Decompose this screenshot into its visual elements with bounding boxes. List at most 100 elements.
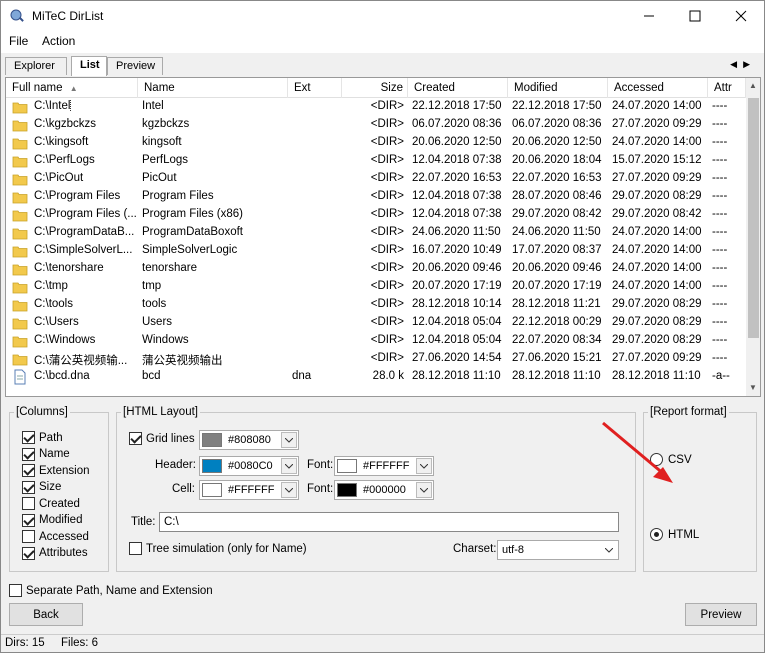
- columns-group-title: [Columns]: [14, 406, 70, 418]
- list-rows: C:\Intel Intel <DIR> 22.12.2018 17:50 22.12.…: [6, 98, 746, 386]
- chevron-down-icon[interactable]: [416, 458, 432, 474]
- list-item[interactable]: C:\kingsoft kingsoft <DIR> 20.06.2020 12:50…: [6, 134, 746, 152]
- cell-attr: ----: [712, 226, 728, 238]
- vertical-scrollbar[interactable]: ▲ ▼: [746, 78, 760, 396]
- list-item[interactable]: C:\kgzbckzs kgzbckzs <DIR> 06.07.2020 08:36…: [6, 116, 746, 134]
- scrollbar-thumb[interactable]: [748, 98, 759, 338]
- minimize-button[interactable]: [626, 1, 672, 31]
- cell-modified: 27.06.2020 15:21: [512, 352, 602, 364]
- cell-created: 12.04.2018 07:38: [412, 190, 502, 202]
- cell-created: 22.12.2018 17:50: [412, 100, 502, 112]
- tree-simulation-checkbox[interactable]: Tree simulation (only for Name): [129, 542, 307, 555]
- status-dirs: Dirs: 15: [5, 637, 45, 649]
- list-item[interactable]: C:\SimpleSolverL... SimpleSolverLogic <DIR…: [6, 242, 746, 260]
- column-accessed[interactable]: Accessed: [608, 78, 708, 98]
- cell-modified: 24.06.2020 11:50: [512, 226, 601, 238]
- cell-created: 20.06.2020 09:46: [412, 262, 502, 274]
- list-item[interactable]: C:\tools tools <DIR> 28.12.2018 10:14 28.12.…: [6, 296, 746, 314]
- tab-list[interactable]: List: [71, 56, 107, 76]
- cell-attr: ----: [712, 172, 728, 184]
- cell-created: 12.04.2018 07:38: [412, 154, 502, 166]
- cell-name: ProgramDataBoxoft: [142, 226, 243, 238]
- list-item[interactable]: C:\Intel Intel <DIR> 22.12.2018 17:50 22.12.…: [6, 98, 746, 116]
- column-checkbox-size[interactable]: Size: [22, 480, 61, 494]
- column-checkbox-extension[interactable]: Extension: [22, 464, 90, 477]
- column-checkbox-label: Modified: [39, 514, 83, 526]
- tab-scroll-right-icon[interactable]: ▶: [743, 59, 756, 69]
- chevron-down-icon[interactable]: [281, 432, 297, 448]
- cell-created: 22.07.2020 16:53: [412, 172, 502, 184]
- preview-button[interactable]: Preview: [685, 603, 757, 626]
- back-button[interactable]: Back: [9, 603, 83, 626]
- folder-icon: [12, 264, 28, 276]
- charset-select[interactable]: utf-8: [497, 540, 619, 560]
- list-item[interactable]: C:\Users Users <DIR> 12.04.2018 05:04 22.12.…: [6, 314, 746, 332]
- chevron-down-icon[interactable]: [416, 482, 432, 498]
- menu-bar: File Action: [1, 31, 764, 53]
- grid-lines-checkbox[interactable]: Grid lines: [129, 432, 195, 445]
- header-color-select[interactable]: #0080C0: [199, 456, 299, 476]
- column-checkbox-name[interactable]: Name: [22, 447, 70, 461]
- list-item[interactable]: C:\Program Files (... Program Files (x86)…: [6, 206, 746, 224]
- close-button[interactable]: [718, 1, 764, 31]
- chevron-down-icon[interactable]: [281, 458, 297, 474]
- header-font-color-select[interactable]: #FFFFFF: [334, 456, 434, 476]
- cell-created: 12.04.2018 05:04: [412, 316, 502, 328]
- column-name[interactable]: Name: [138, 78, 288, 98]
- column-attr[interactable]: Attr: [708, 78, 746, 98]
- tab-scroll-arrows[interactable]: ◀▶: [730, 59, 756, 70]
- list-item[interactable]: C:\PicOut PicOut <DIR> 22.07.2020 16:53 22.0…: [6, 170, 746, 188]
- checkbox-check-icon: [22, 431, 35, 444]
- column-created[interactable]: Created: [408, 78, 508, 98]
- list-item[interactable]: C:\蒲公英视频输... 蒲公英视频输出 <DIR> 27.06.2020 14:54…: [6, 350, 746, 368]
- column-checkbox-accessed[interactable]: Accessed: [22, 530, 89, 543]
- cell-accessed: 24.07.2020 14:00: [612, 262, 702, 274]
- column-full-name[interactable]: Full name ▲: [6, 78, 138, 98]
- title-input[interactable]: C:\: [159, 512, 619, 532]
- chevron-down-icon[interactable]: [601, 542, 617, 558]
- menu-action[interactable]: Action: [42, 34, 75, 48]
- html-radio[interactable]: HTML: [650, 528, 699, 541]
- grid-lines-check-icon: [129, 432, 142, 445]
- folder-icon: [12, 174, 28, 186]
- tab-preview[interactable]: Preview: [107, 57, 163, 75]
- cell-color-value: #FFFFFF: [228, 484, 275, 496]
- column-checkbox-modified[interactable]: Modified: [22, 513, 83, 527]
- scroll-down-icon[interactable]: ▼: [749, 383, 757, 392]
- cell-attr: ----: [712, 244, 728, 256]
- column-checkbox-path[interactable]: Path: [22, 431, 63, 444]
- scroll-up-icon[interactable]: ▲: [749, 81, 757, 90]
- cell-modified: 22.12.2018 00:29: [512, 316, 602, 328]
- list-item[interactable]: C:\tmp tmp <DIR> 20.07.2020 17:19 20.07.2020…: [6, 278, 746, 296]
- tab-scroll-left-icon[interactable]: ◀: [730, 59, 743, 69]
- cell-font-color-select[interactable]: #000000: [334, 480, 434, 500]
- menu-file[interactable]: File: [9, 34, 28, 48]
- list-item[interactable]: C:\Windows Windows <DIR> 12.04.2018 05:04 22…: [6, 332, 746, 350]
- column-size[interactable]: Size: [342, 78, 408, 98]
- grid-color-select[interactable]: #808080: [199, 430, 299, 450]
- list-item[interactable]: C:\bcd.dna bcd dna 28.0 k 28.12.2018 11:10 28…: [6, 368, 746, 386]
- list-item[interactable]: C:\Program Files Program Files <DIR> 12.04.…: [6, 188, 746, 206]
- tab-bar: Explorer List Preview ◀▶: [1, 54, 764, 76]
- tab-explorer[interactable]: Explorer: [5, 57, 67, 75]
- cell-name: tenorshare: [142, 262, 197, 274]
- folder-icon: [12, 192, 28, 204]
- list-item[interactable]: C:\ProgramDataB... ProgramDataBoxoft <DIR>…: [6, 224, 746, 242]
- cell-modified: 17.07.2020 08:37: [512, 244, 602, 256]
- list-item[interactable]: C:\tenorshare tenorshare <DIR> 20.06.2020 0…: [6, 260, 746, 278]
- file-list[interactable]: Full name ▲ Name Ext Size Created Modifi…: [5, 77, 761, 397]
- cell-name: Program Files (x86): [142, 208, 243, 220]
- cell-modified: 28.12.2018 11:10: [512, 370, 601, 382]
- column-checkbox-attributes[interactable]: Attributes: [22, 546, 88, 560]
- column-ext[interactable]: Ext: [288, 78, 342, 98]
- maximize-button[interactable]: [672, 1, 718, 31]
- checkbox-check-icon: [22, 447, 35, 461]
- folder-icon: [12, 336, 28, 348]
- separate-path-checkbox[interactable]: Separate Path, Name and Extension: [9, 584, 213, 597]
- separate-path-check-icon: [9, 584, 22, 597]
- cell-color-select[interactable]: #FFFFFF: [199, 480, 299, 500]
- column-checkbox-created[interactable]: Created: [22, 497, 80, 510]
- chevron-down-icon[interactable]: [281, 482, 297, 498]
- list-item[interactable]: C:\PerfLogs PerfLogs <DIR> 12.04.2018 07:38…: [6, 152, 746, 170]
- column-modified[interactable]: Modified: [508, 78, 608, 98]
